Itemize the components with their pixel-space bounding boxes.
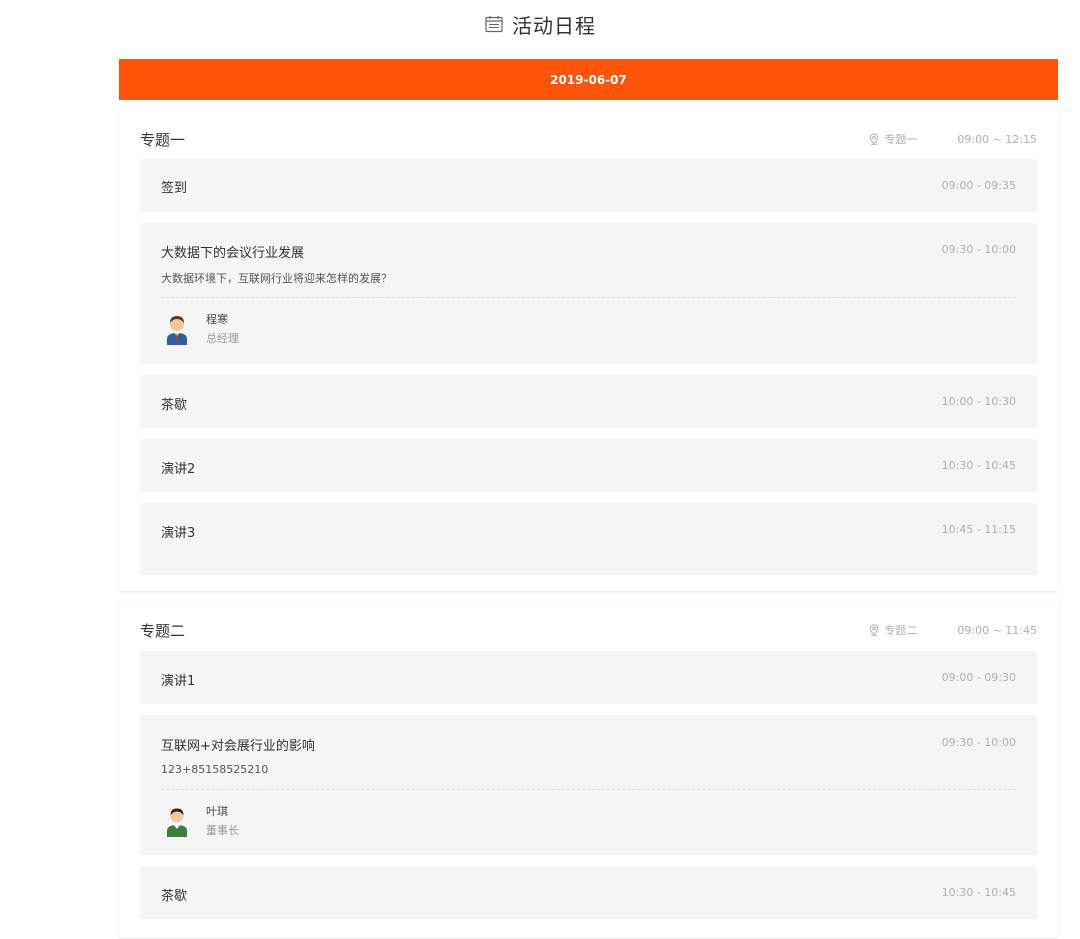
session-title: 专题二 [140, 621, 186, 640]
session-header: 专题二 专题二 09:00 ~ 11:45 [140, 618, 1037, 642]
schedule-item[interactable]: 茶歇 10:30 - 10:45 [140, 866, 1037, 919]
session-title: 专题一 [140, 130, 186, 149]
session-location-label: 专题一 [884, 133, 918, 146]
session-meta: 专题二 09:00 ~ 11:45 [868, 622, 1037, 638]
session-location: 专题二 [868, 622, 917, 638]
item-time: 09:30 - 10:00 [941, 736, 1016, 749]
schedule-item[interactable]: 演讲3 10:45 - 11:15 [140, 503, 1037, 575]
schedule-item[interactable]: 大数据下的会议行业发展 09:30 - 10:00 大数据环境下，互联网行业将迎… [140, 223, 1037, 364]
speaker-name: 叶琪 [206, 805, 228, 818]
item-time: 09:00 - 09:35 [941, 179, 1016, 192]
item-divider [161, 789, 1016, 790]
location-icon [870, 133, 879, 145]
speaker-role: 总经理 [206, 332, 239, 345]
item-time: 10:00 - 10:30 [941, 395, 1016, 408]
item-description: 大数据环境下，互联网行业将迎来怎样的发展？ [161, 272, 392, 285]
item-description: 123+85158525210 [161, 763, 269, 776]
speaker-name: 程寒 [206, 313, 228, 326]
schedule-item[interactable]: 签到 09:00 - 09:35 [140, 159, 1037, 212]
item-title: 茶歇 [161, 889, 188, 904]
schedule-item[interactable]: 互联网+对会展行业的影响 09:30 - 10:00 123+851585252… [140, 715, 1037, 855]
schedule-item[interactable]: 演讲1 09:00 - 09:30 [140, 651, 1037, 704]
item-time: 09:30 - 10:00 [941, 243, 1016, 256]
item-title: 互联网+对会展行业的影响 [161, 739, 315, 754]
schedule-item[interactable]: 茶歇 10:00 - 10:30 [140, 375, 1037, 428]
schedule-item[interactable]: 演讲2 10:30 - 10:45 [140, 439, 1037, 492]
item-time: 10:30 - 10:45 [941, 459, 1016, 472]
item-time: 10:45 - 11:15 [941, 523, 1016, 536]
avatar [167, 808, 187, 837]
item-title: 大数据下的会议行业发展 [161, 246, 305, 261]
page-header: 活动日程 [0, 0, 1080, 48]
page-title-wrap: 活动日程 [484, 10, 596, 39]
location-icon [870, 624, 879, 636]
session-header: 专题一 专题一 09:00 ~ 12:15 [140, 127, 1037, 151]
item-time: 09:00 - 09:30 [941, 671, 1016, 684]
item-divider [161, 297, 1016, 298]
session-location-label: 专题二 [884, 624, 918, 637]
session-card: 专题二 专题二 09:00 ~ 11:45 演讲1 09:00 - 09:30 … [119, 602, 1058, 937]
calendar-icon [485, 16, 503, 33]
item-time: 10:30 - 10:45 [941, 886, 1016, 899]
item-title: 演讲3 [161, 526, 196, 541]
speaker-info: 程寒 总经理 [206, 311, 239, 346]
session-time: 09:00 ~ 11:45 [957, 623, 1037, 637]
item-title: 茶歇 [161, 398, 188, 413]
item-title: 演讲1 [161, 674, 196, 689]
date-tab[interactable]: 2019-06-07 [119, 59, 1058, 100]
date-label: 2019-06-07 [550, 72, 627, 87]
speaker[interactable]: 叶琪 董事长 [164, 803, 239, 838]
avatar [167, 315, 187, 345]
speaker-role: 董事长 [206, 824, 239, 837]
session-meta: 专题一 09:00 ~ 12:15 [868, 131, 1037, 147]
session-time: 09:00 ~ 12:15 [957, 132, 1037, 146]
session-card: 专题一 专题一 09:00 ~ 12:15 签到 09:00 - 09:35 大… [119, 109, 1058, 591]
session-location: 专题一 [868, 131, 917, 147]
speaker[interactable]: 程寒 总经理 [164, 311, 239, 346]
item-title: 演讲2 [161, 462, 196, 477]
page-title: 活动日程 [512, 13, 596, 38]
speaker-info: 叶琪 董事长 [206, 803, 239, 838]
item-title: 签到 [161, 181, 188, 196]
